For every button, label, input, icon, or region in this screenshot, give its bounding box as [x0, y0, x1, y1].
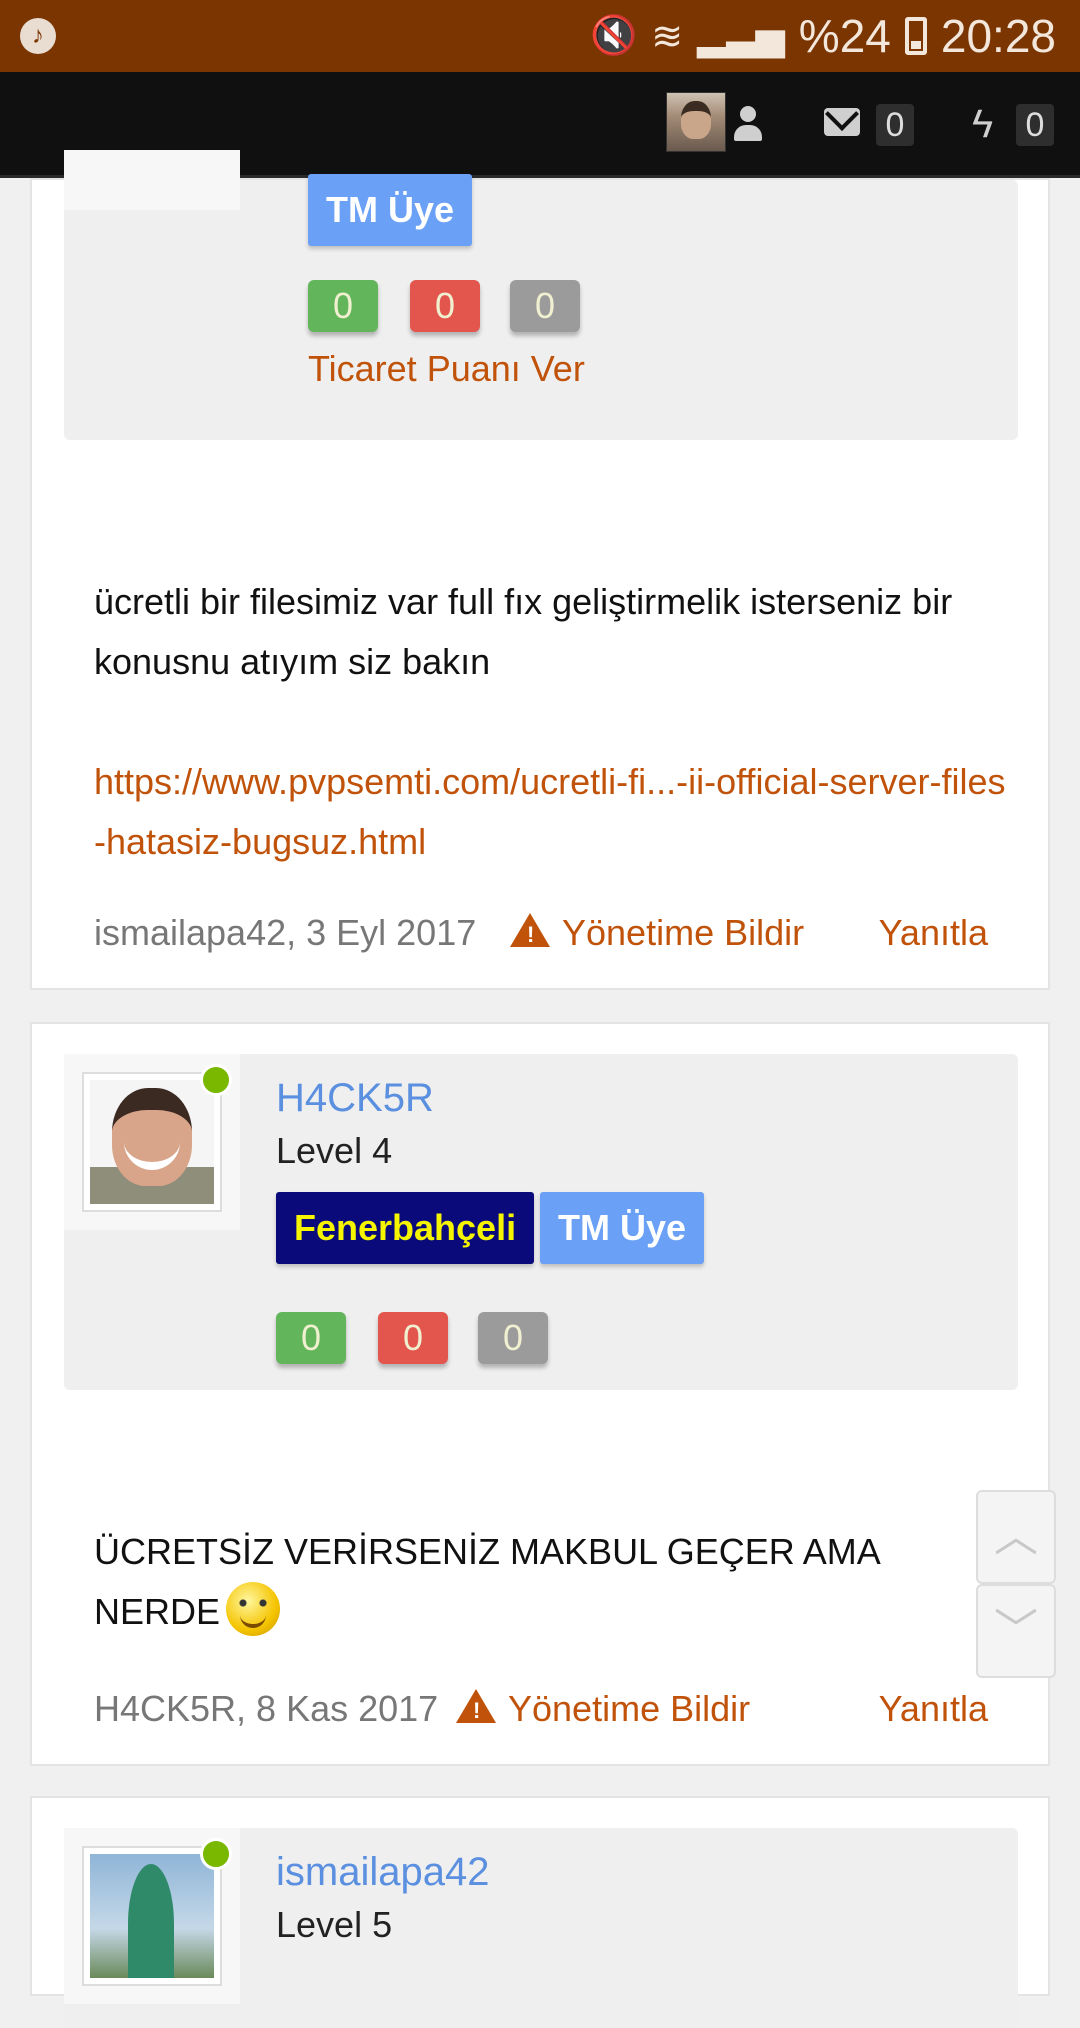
user-info: TM Üye 0 0 0 Ticaret Puanı Ver [64, 150, 1018, 440]
neutral-score: 0 [510, 280, 580, 332]
chevron-down-icon: ﹀ [994, 1606, 1038, 1655]
signal-icon: ▂▃▅ [697, 15, 785, 58]
music-icon: ♪ [20, 18, 56, 54]
post: H4CK5R Level 4 Fenerbahçeli TM Üye 0 0 0… [30, 1022, 1050, 1766]
username[interactable]: ismailapa42 [276, 1850, 489, 1895]
tm-member-badge: TM Üye [308, 174, 473, 246]
online-indicator [200, 1838, 232, 1870]
bolt-icon[interactable]: ϟ [972, 102, 993, 147]
battery-icon [904, 17, 927, 55]
avatar[interactable] [64, 150, 240, 210]
user-icon[interactable] [734, 106, 762, 142]
username[interactable]: H4CK5R [276, 1076, 434, 1121]
post-message: ücretli bir filesimiz var full fıx geliş… [94, 581, 953, 682]
positive-score: 0 [308, 280, 378, 332]
chevron-up-icon: ︿ [994, 1512, 1038, 1561]
reply-button[interactable]: Yanıtla [879, 1688, 988, 1730]
smiley-icon [226, 1582, 281, 1636]
negative-score: 0 [410, 280, 480, 332]
messages-count[interactable]: 0 [876, 104, 914, 146]
mute-icon: 🔇 [589, 15, 638, 57]
neutral-score: 0 [478, 1312, 548, 1364]
avatar[interactable] [64, 1828, 240, 2004]
avatar[interactable] [666, 92, 726, 152]
report-button[interactable]: ! Yönetime Bildir [456, 1688, 750, 1730]
post-meta[interactable]: H4CK5R, 8 Kas 2017 [94, 1688, 438, 1730]
tm-member-badge: TM Üye [540, 1192, 705, 1264]
post: TM Üye 0 0 0 Ticaret Puanı Ver ücretli b… [30, 150, 1050, 990]
clock: 20:28 [940, 10, 1056, 62]
post: ismailapa42 Level 5 [30, 1796, 1050, 2028]
wifi-icon: ≋ [651, 15, 684, 58]
online-indicator [200, 1064, 232, 1096]
envelope-icon[interactable] [824, 108, 860, 136]
team-badge: Fenerbahçeli [276, 1192, 535, 1264]
user-info: H4CK5R Level 4 Fenerbahçeli TM Üye 0 0 0 [64, 1054, 1018, 1390]
trade-rating-link[interactable]: Ticaret Puanı Ver [308, 348, 585, 390]
positive-score: 0 [276, 1312, 346, 1364]
user-level: Level 4 [276, 1130, 393, 1171]
negative-score: 0 [378, 1312, 448, 1364]
alerts-count[interactable]: 0 [1016, 104, 1054, 146]
report-button[interactable]: ! Yönetime Bildir [510, 912, 804, 954]
post-meta[interactable]: ismailapa42, 3 Eyl 2017 [94, 912, 476, 954]
scroll-down-button[interactable]: ﹀ [976, 1584, 1056, 1678]
battery-percent: %24 [798, 10, 891, 62]
avatar[interactable] [64, 1054, 240, 1230]
warning-icon: ! [510, 913, 550, 947]
warning-icon: ! [456, 1689, 496, 1723]
post-link[interactable]: https://www.pvpsemti.com/ucretli-fi...-i… [94, 752, 1014, 872]
post-message: ÜCRETSİZ VERİRSENİZ MAKBUL GEÇER AMA NER… [94, 1522, 914, 1642]
scroll-up-button[interactable]: ︿ [976, 1490, 1056, 1584]
user-info: ismailapa42 Level 5 [64, 1828, 1018, 2028]
status-bar: ♪ 🔇 ≋ ▂▃▅ %24 20:28 [0, 0, 1080, 72]
user-level: Level 5 [276, 1904, 393, 1945]
reply-button[interactable]: Yanıtla [879, 912, 988, 954]
